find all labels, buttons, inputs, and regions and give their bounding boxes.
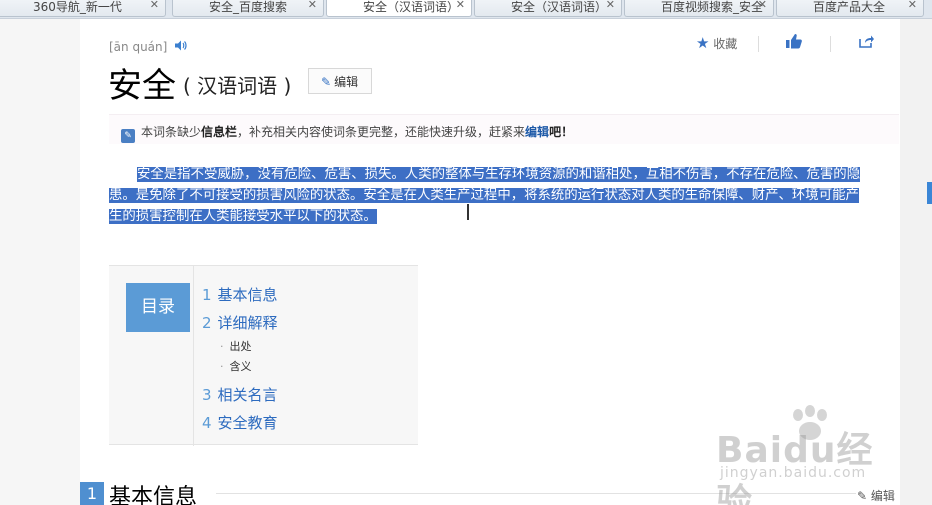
tab-baidu-video[interactable]: 百度视频搜索_安全 ✕ [624, 0, 774, 17]
browser-tab-strip: 360导航_新一代 ✕ 安全_百度搜索 ✕ 安全（汉语词语） ✕ 安全（汉语词语… [0, 0, 932, 19]
right-gutter [900, 19, 932, 505]
summary-paragraph[interactable]: 安全是指不受威胁，没有危险、危害、损失。人类的整体与生存环境资源的和谐相处，互相… [109, 164, 901, 227]
toc-label: 目录 [126, 283, 190, 332]
selected-text: 患。是免除了不可接受的损害风险的状态。安全是在人类生产过程中，将系统的运行状态对… [109, 188, 859, 203]
tab-label: 安全（汉语词语） [363, 0, 460, 14]
toc-item-label: 基本信息 [217, 286, 278, 304]
baidu-jingyan-watermark: Baidu经验 jingyan.baidu.com [716, 405, 896, 505]
divider [758, 36, 759, 52]
section-title: 基本信息 [109, 485, 198, 505]
toc-item-safety-education[interactable]: 4 安全教育 [202, 412, 278, 433]
share-button[interactable] [859, 34, 874, 51]
toc-number: 1 [202, 286, 212, 304]
page-title: 安全 [108, 66, 176, 106]
tab-close-icon[interactable]: ✕ [456, 0, 465, 11]
tab-label: 百度视频搜索_安全 [661, 0, 764, 14]
speaker-icon[interactable] [175, 40, 187, 54]
toc-subitem-label: 出处 [229, 340, 252, 353]
edit-entry-button[interactable]: ✎ 编辑 [308, 68, 372, 94]
paragraph-line: 生的损害控制在人类能接受水平以下的状态。 [109, 206, 901, 227]
selected-text: 安全是指不受威胁，没有危险、危害、损失。人类的整体与生存环境资源的和谐相处，互相… [137, 167, 861, 182]
tab-close-icon[interactable]: ✕ [606, 0, 615, 11]
toc-number: 3 [202, 386, 212, 404]
favorite-label: 收藏 [713, 37, 738, 51]
entry-actions: ★ 收藏 [696, 34, 886, 54]
notice-edit-link[interactable]: 编辑 [525, 125, 549, 139]
notice-highlight: 信息栏 [201, 125, 238, 139]
like-button[interactable] [786, 34, 802, 52]
tab-close-icon[interactable]: ✕ [150, 0, 159, 11]
pinyin-text: [ān quán] [109, 40, 168, 54]
toc-item-label: 安全教育 [217, 414, 278, 432]
pinyin: [ān quán] [109, 40, 187, 54]
toc-bullet: · [220, 360, 224, 373]
favorite-button[interactable]: ★ 收藏 [696, 34, 737, 52]
divider [830, 36, 831, 52]
tab-close-icon[interactable]: ✕ [308, 0, 317, 11]
tab-label: 百度产品大全 [813, 0, 886, 14]
toc-subitem-meaning[interactable]: · 含义 [220, 358, 252, 374]
toc-item-label: 详细解释 [217, 314, 278, 332]
star-icon: ★ [696, 34, 710, 52]
selected-text: 生的损害控制在人类能接受水平以下的状态。 [109, 209, 377, 224]
text-cursor-icon [467, 204, 473, 220]
notice-text-after: 吧！ [549, 125, 574, 139]
incomplete-entry-notice: ✎ 本词条缺少信息栏，补充相关内容使词条更完整，还能快速升级，赶紧来编辑吧！ [109, 114, 899, 144]
toc-subitem-source[interactable]: · 出处 [220, 338, 252, 354]
notice-text-middle: ，补充相关内容使词条更完整，还能快速升级，赶紧来 [237, 125, 526, 139]
scroll-indicator[interactable] [927, 182, 932, 204]
toc-item-famous-quotes[interactable]: 3 相关名言 [202, 384, 278, 405]
watermark-url: jingyan.baidu.com [720, 465, 867, 481]
toc-item-basic-info[interactable]: 1 基本信息 [202, 284, 278, 305]
edit-label: 编辑 [334, 75, 359, 89]
toc-subitem-label: 含义 [229, 360, 252, 373]
pencil-icon: ✎ [321, 75, 332, 89]
tab-close-icon[interactable]: ✕ [758, 0, 767, 11]
thumbs-up-icon [786, 34, 802, 49]
table-of-contents: 目录 1 基本信息 2 详细解释 · 出处 · 含义 3 相关名言 4 安全教育 [109, 265, 418, 446]
toc-number: 2 [202, 314, 212, 332]
tab-baidu-search[interactable]: 安全_百度搜索 ✕ [172, 0, 324, 17]
notice-text-before: 本词条缺少 [141, 125, 202, 139]
watermark-main-text: Baidu经验 [716, 430, 874, 505]
toc-number: 4 [202, 414, 212, 432]
tab-anquan[interactable]: 安全（汉语词语） ✕ [474, 0, 622, 17]
tab-baidu-products[interactable]: 百度产品大全 ✕ [776, 0, 924, 17]
toc-divider [193, 266, 194, 446]
tab-label: 安全（汉语词语） [511, 0, 608, 14]
paragraph-line: 患。是免除了不可接受的损害风险的状态。安全是在人类生产过程中，将系统的运行状态对… [109, 185, 901, 206]
section-number: 1 [80, 482, 104, 505]
paragraph-line: 安全是指不受威胁，没有危险、危害、损失。人类的整体与生存环境资源的和谐相处，互相… [109, 164, 901, 185]
pencil-badge-icon: ✎ [121, 129, 135, 143]
share-icon [859, 35, 874, 48]
tab-360-nav[interactable]: 360导航_新一代 ✕ [0, 0, 166, 17]
tab-label: 安全_百度搜索 [209, 0, 288, 14]
tab-close-icon[interactable]: ✕ [908, 0, 917, 11]
page-subtitle: ( 汉语词语 ) [183, 74, 292, 98]
tab-anquan-active[interactable]: 安全（汉语词语） ✕ [326, 0, 472, 17]
tab-label: 360导航_新一代 [33, 0, 122, 14]
toc-item-detailed-explanation[interactable]: 2 详细解释 [202, 312, 278, 333]
toc-item-label: 相关名言 [217, 386, 278, 404]
toc-bullet: · [220, 340, 224, 353]
